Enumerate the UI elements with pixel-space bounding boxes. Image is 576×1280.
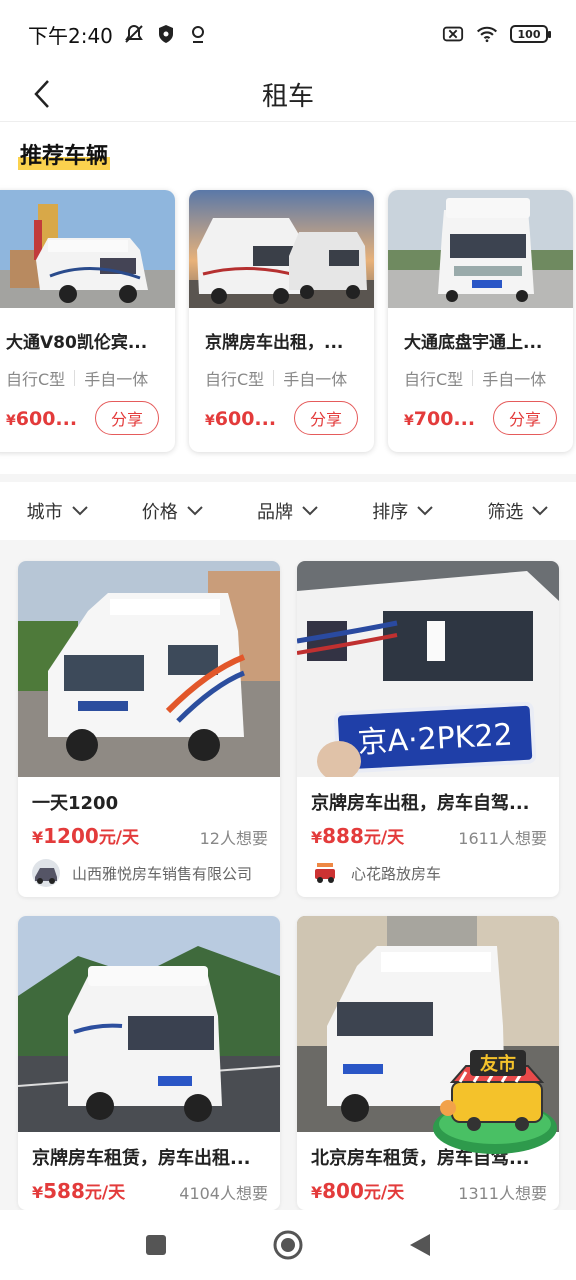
avatar — [311, 859, 339, 887]
chevron-down-icon — [417, 506, 433, 516]
page: 下午2:40 100 租车 推荐车辆 大通V80凯伦宾... 自行C型 手自一体… — [0, 0, 576, 1280]
rec-card-price: ¥700... — [404, 408, 476, 430]
tag: 自行C型 — [6, 370, 66, 389]
chevron-down-icon — [302, 506, 318, 516]
listing-price: ¥588元/天 — [32, 1179, 126, 1203]
rec-card-name: 大通V80凯伦宾... — [6, 333, 148, 353]
share-button[interactable]: 分享 — [493, 401, 557, 435]
listing-want-count: 12人想要 — [199, 829, 268, 848]
market-float-button[interactable]: 友市 — [430, 1032, 560, 1156]
badge-label: 友市 — [480, 1053, 516, 1075]
seller-name: 心花路放房车 — [351, 864, 442, 883]
home-button[interactable] — [270, 1227, 306, 1263]
rec-card-tags: 自行C型 手自一体 — [404, 366, 546, 390]
tag: 自行C型 — [205, 370, 265, 389]
location-icon — [187, 23, 209, 45]
system-nav-bar — [0, 1210, 576, 1280]
listing-price: ¥800元/天 — [311, 1179, 405, 1203]
sim-x-icon — [442, 23, 464, 45]
listing-price: ¥888元/天 — [311, 824, 405, 848]
listing-title: 一天1200 — [32, 793, 119, 814]
filter-label: 城市 — [26, 502, 63, 523]
rv-photo — [18, 916, 280, 1132]
rec-card-tags: 自行C型 手自一体 — [205, 366, 347, 390]
listing-card[interactable]: 京A·2PK22 京牌房车出租，房车自驾... ¥888元/天 1611人想要 … — [297, 561, 559, 897]
rec-card-tags: 自行C型 手自一体 — [6, 366, 148, 390]
rec-card-name: 大通底盘宇通上... — [404, 333, 543, 353]
filter-bar: 城市 价格 品牌 排序 筛选 — [0, 482, 576, 540]
chevron-down-icon — [71, 506, 88, 516]
nav-bar: 租车 — [0, 68, 576, 122]
section-title: 推荐车辆 — [18, 138, 111, 170]
filter-label: 品牌 — [257, 502, 293, 523]
rec-card[interactable]: 大通V80凯伦宾... 自行C型 手自一体 ¥600... 分享 — [0, 190, 175, 452]
filter-brand[interactable]: 品牌 — [230, 498, 345, 524]
listing-seller[interactable]: 心花路放房车 — [311, 859, 441, 887]
share-button[interactable]: 分享 — [294, 401, 358, 435]
seller-name: 山西雅悦房车销售有限公司 — [72, 864, 253, 883]
rec-card-name: 京牌房车出租，... — [205, 333, 344, 353]
home-circle-icon — [273, 1230, 303, 1260]
status-time: 下午2:40 — [28, 23, 113, 48]
listing-price: ¥1200元/天 — [32, 824, 140, 848]
status-bar: 下午2:40 100 — [0, 0, 576, 68]
chevron-left-icon — [34, 80, 49, 108]
rv-photo — [189, 190, 374, 308]
rec-card[interactable]: 大通底盘宇通上... 自行C型 手自一体 ¥700... 分享 — [388, 190, 573, 452]
filter-more[interactable]: 筛选 — [461, 498, 576, 524]
listing-want-count: 4104人想要 — [179, 1184, 268, 1203]
listing-want-count: 1311人想要 — [458, 1184, 547, 1203]
triangle-back-icon — [410, 1234, 430, 1256]
rec-card-price: ¥600... — [6, 408, 78, 430]
filter-label: 价格 — [141, 502, 178, 523]
rv-photo: 京A·2PK22 — [297, 561, 559, 777]
shield-icon — [155, 23, 177, 45]
listing-card[interactable]: 京牌房车租赁，房车出租... ¥588元/天 4104人想要 — [18, 916, 280, 1210]
tag: 手自一体 — [283, 370, 348, 389]
filter-label: 筛选 — [487, 502, 524, 523]
listing-want-count: 1611人想要 — [458, 829, 547, 848]
filter-label: 排序 — [372, 502, 409, 523]
filter-sort[interactable]: 排序 — [346, 498, 461, 524]
tag: 手自一体 — [84, 370, 149, 389]
rec-card[interactable]: 京牌房车出租，... 自行C型 手自一体 ¥600... 分享 — [189, 190, 374, 452]
recent-apps-button[interactable] — [138, 1227, 174, 1263]
back-nav-button[interactable] — [402, 1227, 438, 1263]
tag: 自行C型 — [404, 370, 464, 389]
listing-card[interactable]: 一天1200 ¥1200元/天 12人想要 山西雅悦房车销售有限公司 — [18, 561, 280, 897]
rv-photo — [0, 190, 175, 308]
rv-photo — [388, 190, 573, 308]
back-button[interactable] — [22, 74, 62, 114]
square-icon — [146, 1235, 166, 1255]
rv-photo — [18, 561, 280, 777]
wifi-icon — [476, 23, 498, 45]
recommend-section: 推荐车辆 大通V80凯伦宾... 自行C型 手自一体 ¥600... 分享 京牌… — [0, 122, 576, 474]
avatar — [32, 859, 60, 887]
rec-card-price: ¥600... — [205, 408, 277, 430]
tag: 手自一体 — [482, 370, 547, 389]
page-title: 租车 — [261, 82, 314, 112]
filter-city[interactable]: 城市 — [0, 498, 115, 524]
filter-price[interactable]: 价格 — [115, 498, 230, 524]
listing-title: 京牌房车租赁，房车出租... — [32, 1148, 251, 1169]
chevron-down-icon — [187, 506, 203, 516]
mute-bell-icon — [123, 23, 145, 45]
listing-seller[interactable]: 山西雅悦房车销售有限公司 — [32, 859, 252, 887]
chevron-down-icon — [532, 506, 549, 516]
battery-indicator: 100 — [510, 25, 551, 43]
listing-title: 京牌房车出租，房车自驾... — [311, 793, 530, 814]
share-button[interactable]: 分享 — [95, 401, 159, 435]
